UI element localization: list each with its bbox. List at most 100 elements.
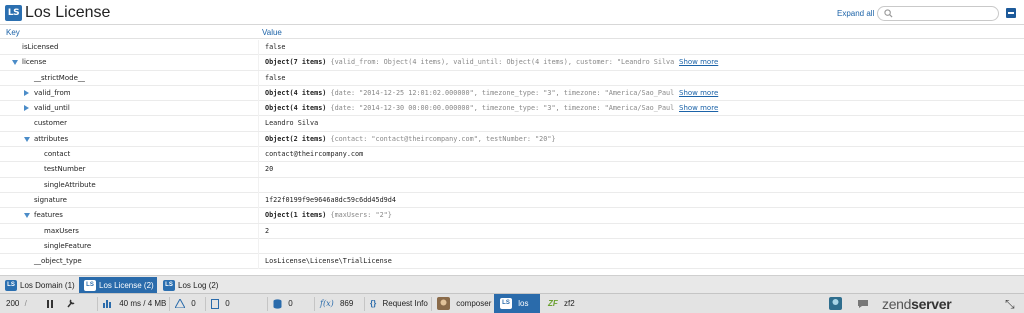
los-tab-icon: LS bbox=[163, 280, 175, 291]
collapsed-triangle-icon[interactable] bbox=[24, 89, 29, 96]
pause-button[interactable] bbox=[47, 294, 58, 313]
tree-row[interactable]: valid_until Object(4 items) {date: "2014-… bbox=[0, 101, 1024, 117]
cell-divider bbox=[258, 162, 259, 178]
collapse-icon[interactable] bbox=[1006, 8, 1016, 18]
value-text: 1f22f0199f9e9646a8dc59c6dd45d9d4 bbox=[265, 195, 396, 204]
cell-divider bbox=[258, 55, 259, 71]
avatar-icon bbox=[829, 297, 842, 311]
cell-divider bbox=[258, 238, 259, 254]
row-value: LosLicense\License\TrialLicense bbox=[265, 254, 392, 268]
brand-suffix: server bbox=[911, 296, 952, 312]
expand-all-link[interactable]: Expand all bbox=[837, 8, 874, 20]
cell-divider bbox=[258, 131, 259, 147]
cell-divider bbox=[258, 192, 259, 208]
search-icon bbox=[884, 9, 893, 18]
value-text: false bbox=[265, 43, 286, 51]
settings-button[interactable] bbox=[67, 294, 79, 313]
tree-row[interactable]: attributes Object(2 items) {contact: "con… bbox=[0, 131, 1024, 148]
row-value: false bbox=[265, 40, 285, 54]
events-panel[interactable]: 0 bbox=[205, 294, 230, 313]
object-preview: {valid_from: Object(4 items), valid_unti… bbox=[326, 58, 675, 67]
tree-row: customer Leandro Silva bbox=[0, 116, 1024, 132]
tree-row: signature 1f22f0199f9e9646a8dc59c6dd45d9d… bbox=[0, 192, 1024, 209]
object-preview: {maxUsers: "2"} bbox=[326, 211, 392, 220]
debug-toolbar: 200 / 40 ms / 4 MB 0 0 0 f(x) 869 {} Req… bbox=[0, 293, 1024, 313]
object-summary: Object(1 items) bbox=[265, 211, 327, 220]
wrench-icon bbox=[67, 299, 75, 308]
cell-divider bbox=[258, 254, 259, 270]
tab-label: Los License (2) bbox=[99, 281, 154, 290]
search-input[interactable] bbox=[877, 6, 999, 21]
expanded-triangle-icon[interactable] bbox=[24, 213, 30, 219]
cell-divider bbox=[258, 177, 259, 193]
row-key: __strictMode__ bbox=[34, 73, 85, 82]
column-header-value: Value bbox=[262, 28, 282, 37]
composer-label: composer bbox=[456, 299, 492, 308]
row-value: 20 bbox=[265, 162, 273, 176]
show-more-link[interactable]: Show more bbox=[679, 86, 718, 100]
value-text: Leandro Silva bbox=[265, 119, 319, 128]
tree-row[interactable]: license Object(7 items) {valid_from: Obje… bbox=[0, 55, 1024, 71]
row-value: 2 bbox=[265, 224, 269, 238]
chat-icon bbox=[858, 299, 868, 308]
brand-prefix: zend bbox=[882, 296, 912, 312]
tree-row: maxUsers 2 bbox=[0, 223, 1024, 239]
tree-row: singleAttribute bbox=[0, 177, 1024, 193]
row-value: Object(1 items) {maxUsers: "2"} bbox=[265, 208, 392, 222]
tab-los-domain[interactable]: LS Los Domain (1) bbox=[0, 277, 78, 294]
show-more-link[interactable]: Show more bbox=[679, 55, 718, 69]
cell-divider bbox=[258, 208, 259, 224]
row-key: customer bbox=[34, 119, 67, 128]
timing-panel[interactable]: 40 ms / 4 MB bbox=[96, 294, 166, 313]
database-icon bbox=[273, 299, 282, 309]
object-summary: Object(4 items) bbox=[265, 104, 327, 113]
row-key: valid_from bbox=[34, 88, 71, 97]
cell-divider bbox=[258, 116, 259, 132]
row-key: maxUsers bbox=[44, 226, 79, 235]
composer-panel[interactable]: composer bbox=[430, 294, 492, 313]
object-preview: {date: "2014-12-30 00:00:00.000000", tim… bbox=[326, 104, 675, 113]
show-more-link[interactable]: Show more bbox=[679, 101, 718, 115]
cell-divider bbox=[258, 85, 259, 101]
cell-divider bbox=[258, 40, 259, 55]
chat-button[interactable] bbox=[857, 294, 873, 313]
function-icon: f(x) bbox=[320, 299, 334, 308]
collapsed-triangle-icon[interactable] bbox=[24, 105, 29, 112]
functions-panel[interactable]: f(x) 869 bbox=[313, 294, 353, 313]
value-text: 20 bbox=[265, 165, 274, 174]
braces-icon: {} bbox=[370, 299, 377, 308]
cell-divider bbox=[258, 70, 259, 86]
tab-los-log[interactable]: LS Los Log (2) bbox=[158, 277, 228, 294]
los-icon: LS bbox=[500, 298, 512, 310]
tree-row: __object_type LosLicense\License\TrialLic… bbox=[0, 254, 1024, 270]
los-panel[interactable]: LS los bbox=[494, 294, 540, 313]
row-value: Object(2 items) {contact: "contact@their… bbox=[265, 132, 556, 146]
avatar[interactable] bbox=[829, 294, 846, 313]
status-slash: / bbox=[24, 299, 27, 308]
warnings-value: 0 bbox=[191, 299, 196, 308]
row-key: testNumber bbox=[44, 165, 86, 174]
los-label: los bbox=[518, 299, 529, 308]
tree-row[interactable]: features Object(1 items) {maxUsers: "2"} bbox=[0, 208, 1024, 224]
object-summary: Object(2 items) bbox=[265, 134, 327, 143]
zf2-panel[interactable]: ZF zf2 bbox=[548, 294, 575, 313]
expanded-triangle-icon[interactable] bbox=[12, 60, 18, 66]
tab-los-license[interactable]: LS Los License (2) bbox=[79, 277, 157, 294]
cell-divider bbox=[258, 223, 259, 239]
bar-chart-icon bbox=[103, 300, 111, 309]
events-value: 0 bbox=[225, 299, 230, 308]
column-header-key: Key bbox=[6, 28, 20, 37]
status-code[interactable]: 200 / bbox=[6, 294, 27, 313]
tree-row[interactable]: valid_from Object(4 items) {date: "2014-1… bbox=[0, 85, 1024, 102]
row-key: contact bbox=[44, 150, 71, 159]
database-panel[interactable]: 0 bbox=[267, 294, 293, 313]
expanded-triangle-icon[interactable] bbox=[24, 136, 30, 142]
request-info-panel[interactable]: {} Request Info bbox=[364, 294, 428, 313]
warning-icon bbox=[175, 299, 185, 309]
tree-row: __strictMode__ false bbox=[0, 70, 1024, 86]
bottom-tabs: LS Los Domain (1) LS Los License (2) LS Los L… bbox=[0, 275, 1024, 294]
close-icon[interactable]: ⤡ bbox=[1005, 297, 1015, 312]
value-text: false bbox=[265, 73, 286, 82]
zf2-icon: ZF bbox=[548, 299, 558, 308]
warnings-panel[interactable]: 0 bbox=[169, 294, 196, 313]
